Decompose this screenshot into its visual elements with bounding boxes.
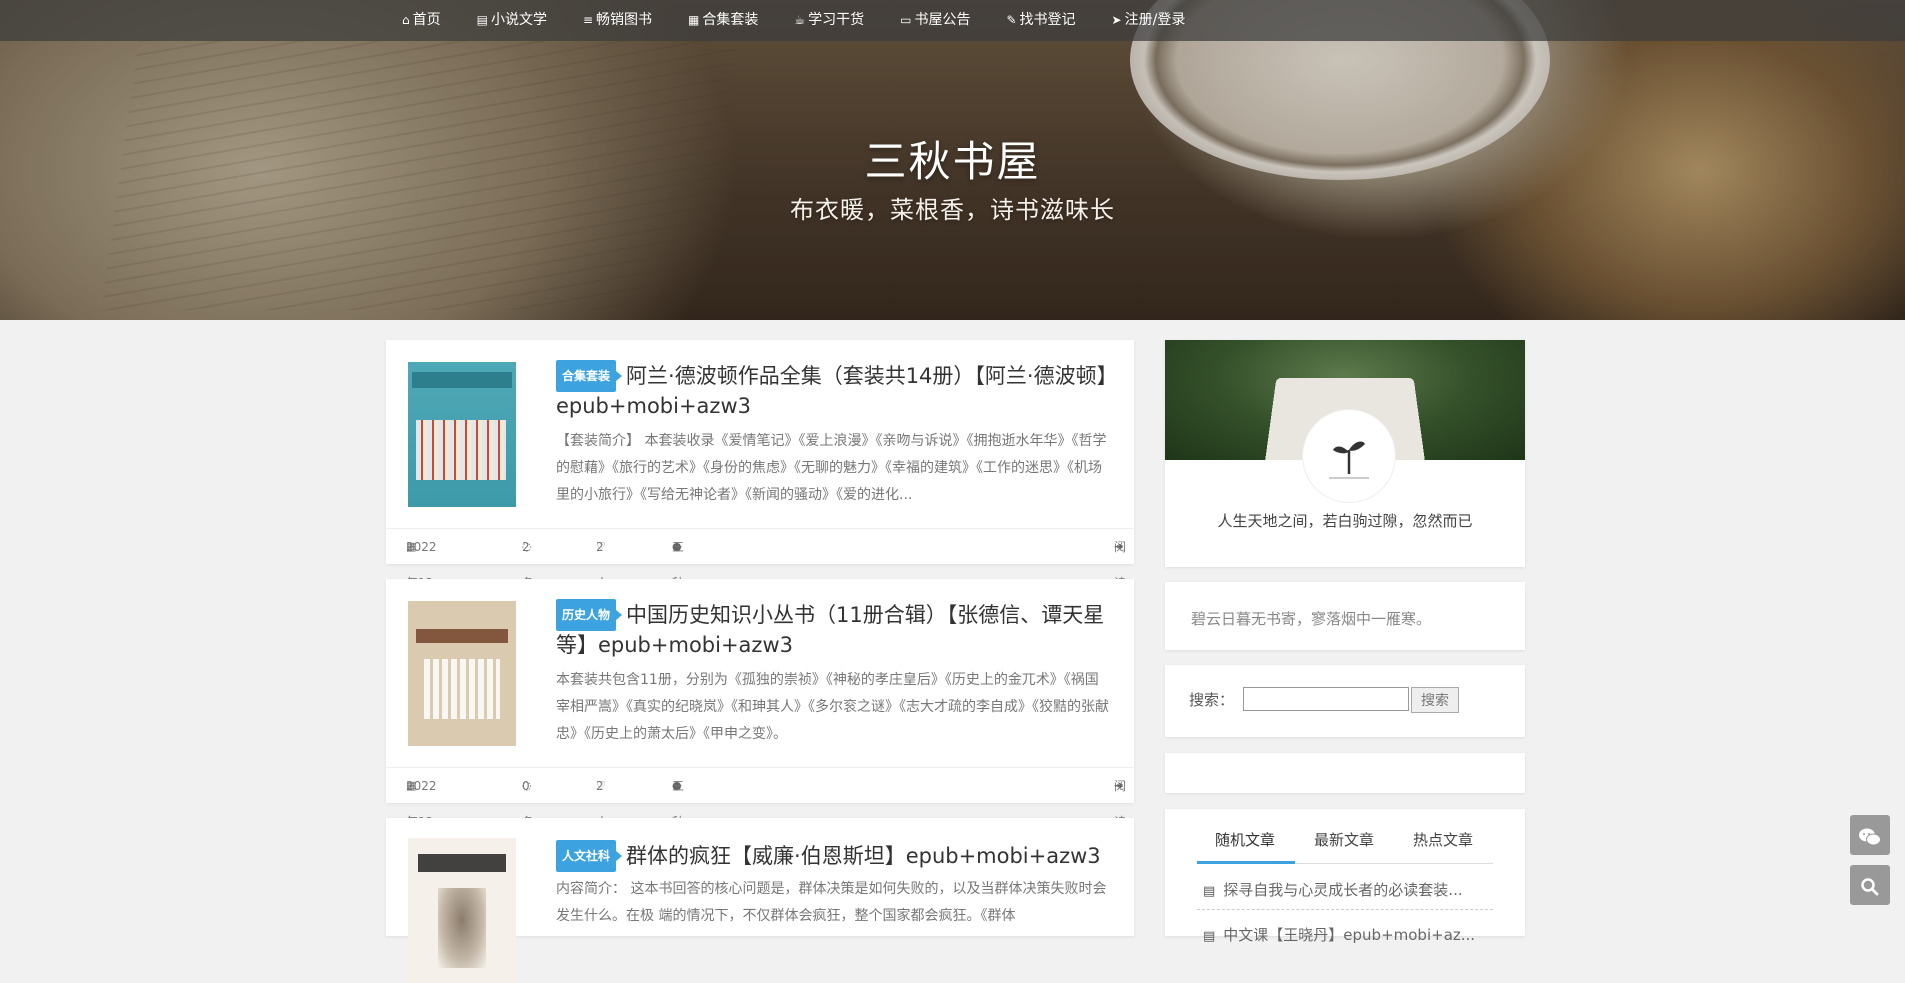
- arrow-circle-right-icon: ➜: [1114, 779, 1124, 792]
- profile-widget: 人生天地之间，若白驹过隙，忽然而已: [1165, 340, 1525, 567]
- tag-icon: ▭: [900, 13, 912, 27]
- search-widget: 搜索： 搜索: [1165, 665, 1525, 737]
- nav-item-announcements[interactable]: ▭ 书屋公告: [900, 0, 970, 41]
- list-icon: ≡: [582, 13, 594, 27]
- home-icon: ⌂: [402, 13, 410, 27]
- search-button[interactable]: 搜索: [1411, 687, 1459, 713]
- site-subtitle: 布衣暖，菜根香，诗书滋味长: [790, 196, 1115, 224]
- hero-banner: 三秋书屋 布衣暖，菜根香，诗书滋味长: [0, 0, 1905, 320]
- post-title[interactable]: 历史人物 中国历史知识小丛书（11册合辑）【张德信、谭天星等】epub+mobi+…: [556, 599, 1116, 659]
- nav-item-book-request[interactable]: ✎ 找书登记: [1006, 0, 1075, 41]
- empty-widget: [1165, 753, 1525, 793]
- search-icon: [1861, 877, 1879, 895]
- book-icon: ▤: [476, 13, 488, 27]
- list-item[interactable]: ▤ 中文课【王晓丹】epub+mobi+az...: [1203, 924, 1493, 945]
- sprout-logo-icon: [1329, 441, 1369, 479]
- search-input[interactable]: [1243, 687, 1409, 711]
- post-card: 历史人物 中国历史知识小丛书（11册合辑）【张德信、谭天星等】epub+mobi+…: [386, 579, 1134, 901]
- search-float-button[interactable]: [1850, 865, 1890, 905]
- arrow-circle-right-icon: ➜: [1114, 540, 1124, 553]
- site-title[interactable]: 三秋书屋: [0, 128, 1905, 189]
- post-card: 合集套装 阿兰·德波顿作品全集（套装共14册）【阿兰·德波顿】epub+mobi+…: [386, 340, 1134, 662]
- category-badge[interactable]: 历史人物: [556, 599, 623, 631]
- tab-random-articles[interactable]: 随机文章: [1215, 829, 1275, 850]
- profile-motto: 人生天地之间，若白驹过隙，忽然而已: [1217, 512, 1473, 530]
- post-thumbnail[interactable]: [408, 838, 516, 983]
- tab-latest-articles[interactable]: 最新文章: [1314, 829, 1374, 850]
- post-excerpt: 内容简介： 这本书回答的核心问题是，群体决策是如何失败的，以及当群体决策失败时会…: [556, 881, 1107, 924]
- quote-widget: 碧云日暮无书寄，寥落烟中一雁寒。: [1165, 582, 1525, 650]
- post-card: 人文社科 群体的疯狂【威廉·伯恩斯坦】epub+mobi+azw3 内容简介： 这…: [386, 818, 1134, 983]
- active-tab-indicator: [1197, 861, 1295, 864]
- archive-icon: ▦: [688, 13, 700, 27]
- book-icon: ▤: [1203, 929, 1216, 944]
- nav-item-study[interactable]: ☕ 学习干货: [794, 0, 864, 41]
- wechat-button[interactable]: [1850, 815, 1890, 855]
- nav-item-home[interactable]: ⌂ 首页: [402, 0, 441, 41]
- article-tabs: 随机文章 最新文章 热点文章: [1197, 809, 1493, 864]
- category-badge[interactable]: 人文社科: [556, 840, 623, 872]
- avatar[interactable]: [1303, 410, 1395, 502]
- post-title[interactable]: 人文社科 群体的疯狂【威廉·伯恩斯坦】epub+mobi+azw3: [556, 840, 1116, 872]
- post-meta: ▦2022年12月19日 ◌0条评论 ♡2人点赞 ●三秋 阅读全文 ➜: [386, 767, 1134, 901]
- wechat-icon: [1859, 828, 1881, 845]
- comments-icon: ✎: [1006, 13, 1017, 27]
- top-navigation: ⌂ 首页 ▤ 小说文学 ≡ 畅销图书 ▦ 合集套装 ☕ 学习干货 ▭ 书屋公告 ✎ 找书登记 …: [0, 0, 1905, 41]
- post-excerpt: 【套装简介】 本套装收录《爱情笔记》《爱上浪漫》《亲吻与诉说》《拥抱逝水年华》《…: [556, 433, 1107, 503]
- nav-item-fiction[interactable]: ▤ 小说文学: [477, 0, 547, 41]
- coffee-icon: ☕: [794, 13, 806, 27]
- articles-tabs-widget: 随机文章 最新文章 热点文章 ▤ 探寻自我与心灵成长者的必读套装... ▤ 中文课【…: [1165, 809, 1525, 944]
- quote-text: 碧云日暮无书寄，寥落烟中一雁寒。: [1191, 610, 1432, 628]
- tab-hot-articles[interactable]: 热点文章: [1413, 829, 1473, 850]
- post-excerpt: 本套装共包含11册，分别为《孤独的崇祯》《神秘的孝庄皇后》《历史上的金兀术》《祸…: [556, 672, 1109, 742]
- list-item[interactable]: ▤ 探寻自我与心灵成长者的必读套装...: [1203, 879, 1493, 900]
- post-thumbnail[interactable]: [408, 362, 516, 507]
- category-badge[interactable]: 合集套装: [556, 360, 623, 392]
- post-thumbnail[interactable]: [408, 601, 516, 746]
- divider: [1197, 909, 1493, 910]
- nav-item-bestsellers[interactable]: ≡ 畅销图书: [583, 0, 652, 41]
- search-label: 搜索：: [1189, 691, 1235, 709]
- nav-item-login[interactable]: ➤ 注册/登录: [1112, 0, 1186, 41]
- post-meta: ▦2022年12月19日 ◌2条评论 ♡2人点赞 ●三秋 阅读全文 ➜: [386, 528, 1134, 662]
- send-icon: ➤: [1111, 13, 1122, 27]
- nav-item-collections[interactable]: ▦ 合集套装: [688, 0, 758, 41]
- post-title[interactable]: 合集套装 阿兰·德波顿作品全集（套装共14册）【阿兰·德波顿】epub+mobi+…: [556, 360, 1116, 420]
- book-icon: ▤: [1203, 884, 1216, 899]
